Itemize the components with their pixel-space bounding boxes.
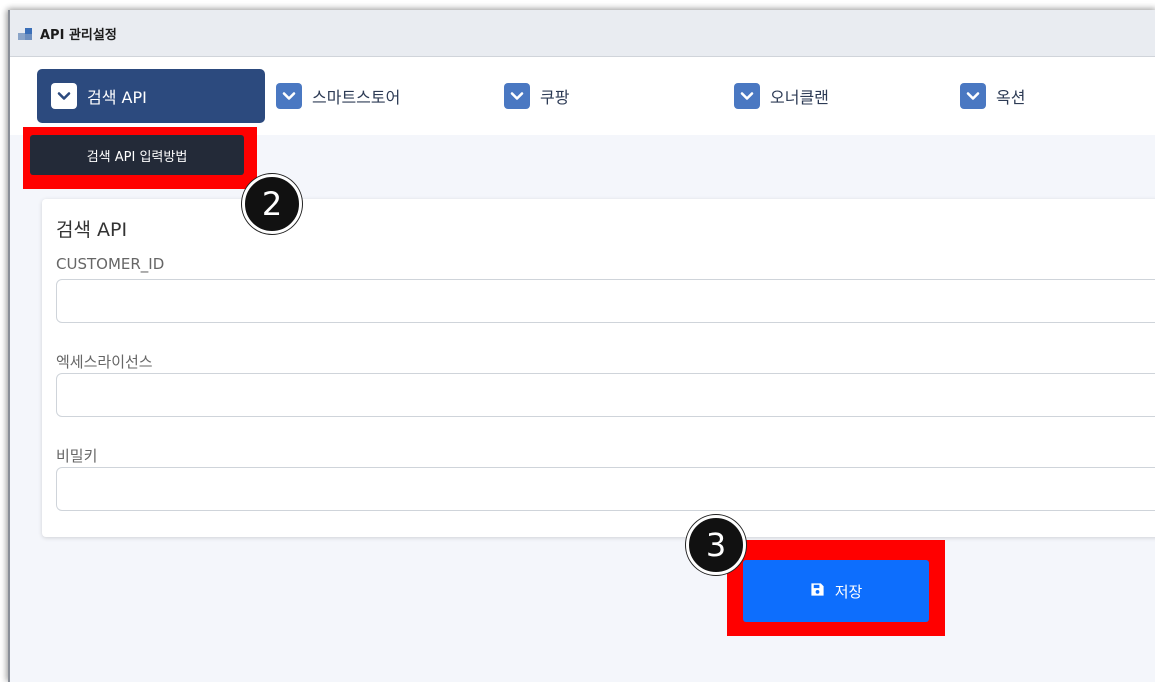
chevron-down-icon [276, 83, 302, 109]
save-button[interactable]: 저장 [743, 560, 929, 622]
tab-label: 검색 API [87, 88, 147, 107]
app-window: API 관리설정 검색 API 스마트스토어 쿠팡 오너클랜 옥션 검색 API… [8, 10, 1155, 682]
tab-ownerclan[interactable]: 오너클랜 [734, 69, 829, 123]
tab-label: 오너클랜 [770, 88, 829, 107]
chevron-down-icon [504, 83, 530, 109]
tab-search-api[interactable]: 검색 API [37, 69, 265, 123]
highlight-box-help: 검색 API 입력방법 [23, 127, 257, 189]
secret-key-label: 비밀키 [56, 447, 98, 465]
tab-label: 쿠팡 [540, 88, 570, 107]
window-title: API 관리설정 [40, 28, 117, 43]
access-license-label: 엑세스라이선스 [56, 353, 153, 371]
access-license-input[interactable] [56, 373, 1155, 417]
app-icon [18, 28, 34, 40]
chevron-down-icon [51, 83, 77, 109]
title-bar: API 관리설정 [10, 10, 1155, 57]
secret-key-input[interactable] [56, 467, 1155, 511]
chevron-down-icon [734, 83, 760, 109]
tab-smartstore[interactable]: 스마트스토어 [276, 69, 400, 123]
customer-id-label: CUSTOMER_ID [56, 255, 165, 273]
save-button-label: 저장 [834, 582, 863, 601]
tab-label: 옥션 [996, 88, 1026, 107]
search-api-form-card: 검색 API CUSTOMER_ID 엑세스라이선스 비밀키 [42, 199, 1155, 537]
step-badge-3: 3 [686, 515, 746, 575]
tab-coupang[interactable]: 쿠팡 [504, 69, 569, 123]
tab-auction[interactable]: 옥션 [960, 69, 1025, 123]
highlight-box-save: 저장 [727, 540, 945, 636]
tab-label: 스마트스토어 [312, 88, 401, 107]
form-title: 검색 API [56, 219, 128, 241]
step-badge-2: 2 [242, 174, 302, 234]
tab-bar: 검색 API 스마트스토어 쿠팡 오너클랜 옥션 [10, 57, 1155, 135]
customer-id-input[interactable] [56, 279, 1155, 323]
chevron-down-icon [960, 83, 986, 109]
save-icon [810, 582, 825, 601]
search-api-guide-button[interactable]: 검색 API 입력방법 [30, 135, 244, 175]
